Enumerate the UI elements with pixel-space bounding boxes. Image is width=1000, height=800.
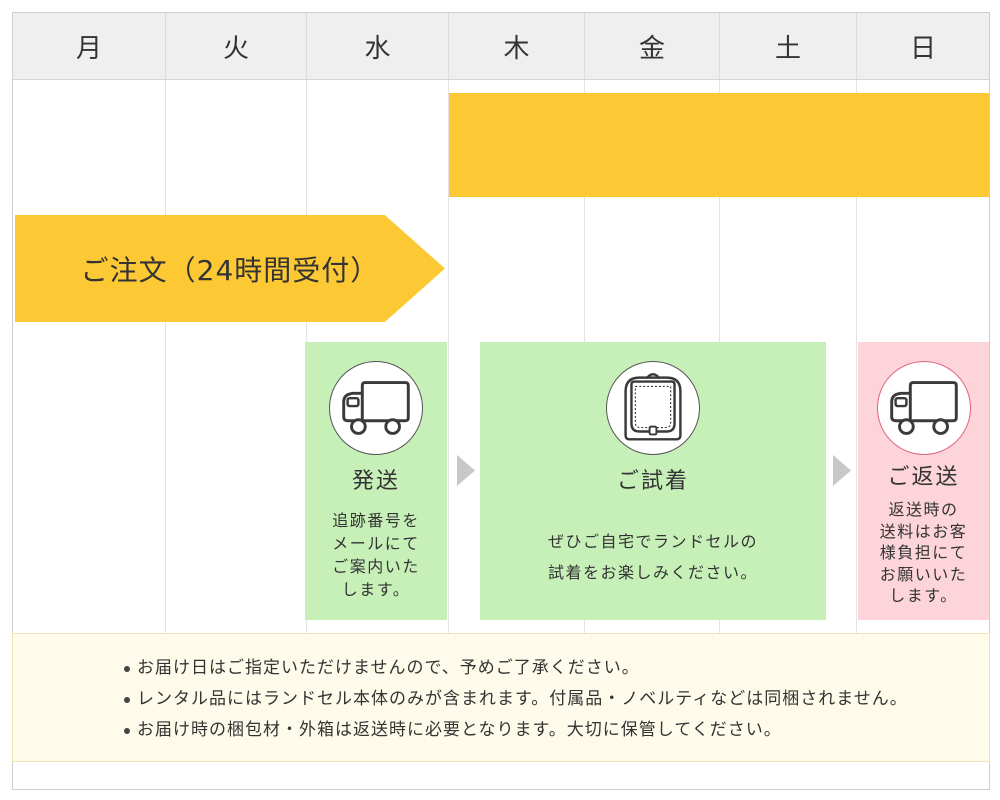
order-label: ご注文（24時間受付） <box>80 253 380 287</box>
step-return: ご返送 返送時の 送料はお客 様負担にて お願いいた します。 <box>858 342 989 620</box>
step-title: ご返送 <box>887 465 960 490</box>
step-description-line: します。 <box>341 580 411 599</box>
step-description: 返送時の 送料はお客 様負担にて お願いいた します。 <box>858 499 989 607</box>
step-description-line: ご案内いた <box>332 557 420 576</box>
bullet-dot <box>124 666 130 672</box>
day-header-tuesday: 火 <box>166 13 307 79</box>
randoseru-stitch <box>634 385 672 429</box>
step-description-line: お願いいた <box>879 564 968 584</box>
step-title: 発送 <box>351 469 400 494</box>
note-item: お届け時の梱包材・外箱は返送時に必要となります。大切に保管してください。 <box>13 715 908 746</box>
truck-body-outline <box>342 381 410 423</box>
note-text: お届け時の梱包材・外箱は返送時に必要となります。大切に保管してください。 <box>137 720 782 740</box>
truck-window <box>346 396 360 408</box>
notes-list: お届け日はご指定いただけませんので、予めご了承ください。 レンタル品にはランドセ… <box>13 653 908 746</box>
truck-icon <box>889 381 958 435</box>
step-description-line: メールにて <box>332 534 420 553</box>
step-description-line: します。 <box>889 586 958 605</box>
randoseru-clasp <box>648 425 658 436</box>
step-description-line: 試着をお楽しみください。 <box>547 563 758 582</box>
order-arrow: ご注文（24時間受付） <box>15 215 445 322</box>
day-header-friday: 金 <box>585 13 720 79</box>
step-title: ご試着 <box>616 469 689 494</box>
step-description: 追跡番号を メールにて ご案内いた します。 <box>305 509 447 601</box>
note-text: レンタル品にはランドセル本体のみが含まれます。付属品・ノベルティなどは同梱されま… <box>137 689 908 709</box>
truck-window <box>893 396 908 408</box>
note-text: お届け日はご指定いただけませんので、予めご了承ください。 <box>137 658 640 678</box>
day-header-thursday: 木 <box>449 13 585 79</box>
step-description-line: 追跡番号を <box>332 511 420 530</box>
truck-wheel <box>897 418 915 435</box>
step-description-line: 送料はお客 <box>879 521 968 541</box>
weekday-header: 月 火 水 木 金 土 日 <box>13 13 989 80</box>
step-description-line: ぜひご自宅でランドセルの <box>547 532 758 551</box>
day-header-saturday: 土 <box>720 13 857 79</box>
randoseru-icon <box>624 373 682 441</box>
truck-icon <box>342 381 410 435</box>
step-description-line: 様負担にて <box>879 543 968 562</box>
day-column-monday <box>13 80 166 633</box>
step-shipping: 発送 追跡番号を メールにて ご案内いた します。 <box>305 342 447 620</box>
day-column-tuesday <box>166 80 307 633</box>
step-description: ぜひご自宅でランドセルの 試着をお楽しみください。 <box>480 526 826 588</box>
icon-badge <box>329 361 423 455</box>
day-header-wednesday: 水 <box>307 13 449 79</box>
truck-body-outline <box>889 381 958 423</box>
icon-badge <box>876 361 971 455</box>
truck-wheel <box>931 418 949 435</box>
step-try-on: ご試着 ぜひご自宅でランドセルの 試着をお楽しみください。 <box>480 342 826 620</box>
day-header-monday: 月 <box>13 13 166 79</box>
note-item: お届け日はご指定いただけませんので、予めご了承ください。 <box>13 653 908 684</box>
truck-wheel <box>384 418 401 435</box>
schedule-bar <box>449 93 989 197</box>
step-description-line: 返送時の <box>888 500 959 519</box>
bullet-dot <box>124 728 130 734</box>
schedule-diagram: 月 火 水 木 金 土 日 ご注文（24時間受付） 発送 追跡番号を メールにて… <box>0 0 1000 800</box>
day-header-sunday: 日 <box>909 33 936 64</box>
notes-box: お届け日はご指定いただけませんので、予めご了承ください。 レンタル品にはランドセ… <box>12 633 990 762</box>
truck-wheel <box>350 418 367 435</box>
note-item: レンタル品にはランドセル本体のみが含まれます。付属品・ノベルティなどは同梱されま… <box>13 684 908 715</box>
icon-badge <box>606 361 700 455</box>
bullet-dot <box>124 697 130 703</box>
randoseru-flap <box>630 380 676 433</box>
